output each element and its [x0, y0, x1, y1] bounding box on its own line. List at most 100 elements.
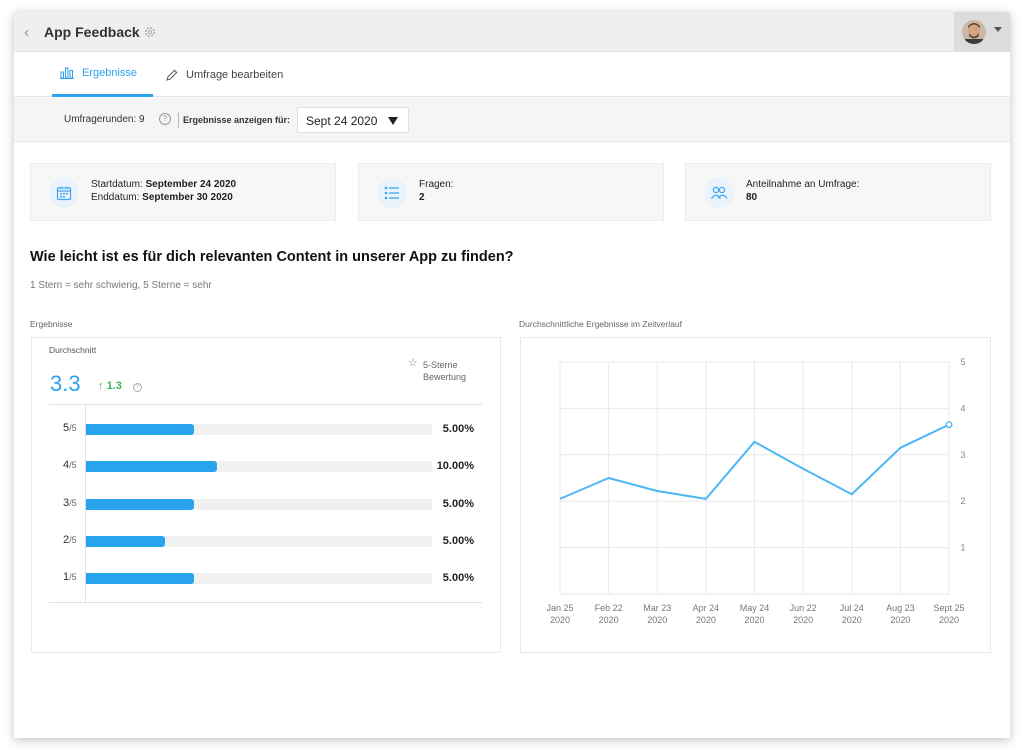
- rating-bar-fill: [86, 499, 194, 510]
- x-tick-label: Jan 25: [546, 603, 573, 613]
- users-icon: [704, 178, 734, 208]
- chevron-left-icon[interactable]: ‹: [24, 24, 29, 42]
- rating-bar-track: [86, 461, 432, 472]
- x-tick-label: May 24: [740, 603, 770, 613]
- tab-bar: Ergebnisse Umfrage bearbeiten: [14, 52, 1010, 97]
- x-tick-label: Apr 24: [693, 603, 720, 613]
- question-title: Wie leicht ist es für dich relevanten Co…: [30, 249, 514, 265]
- participation-card: Anteilnahme an Umfrage: 80: [685, 163, 991, 221]
- average-label: Durchschnitt: [49, 345, 97, 355]
- x-tick-label-year: 2020: [842, 615, 862, 625]
- tab-edit-label: Umfrage bearbeiten: [186, 68, 284, 81]
- y-tick-label: 5: [960, 357, 965, 367]
- x-tick-label: Mar 23: [643, 603, 671, 613]
- tab-results-label: Ergebnisse: [82, 67, 138, 79]
- results-panel: Durchschnitt 3.3 ↑ 1.3 ? ☆ 5-Sterne Bewe…: [31, 337, 501, 653]
- tab-results[interactable]: Ergebnisse: [52, 52, 153, 97]
- bar-chart-icon: [60, 67, 74, 79]
- top-bar: ‹ App Feedback: [14, 12, 1010, 52]
- rating-bar-fill: [86, 424, 194, 435]
- participation-value: 80: [746, 192, 758, 203]
- participation-text: Anteilnahme an Umfrage: 80: [746, 178, 859, 204]
- x-tick-label-year: 2020: [890, 615, 910, 625]
- x-tick-label: Jun 22: [790, 603, 817, 613]
- date-range-text: Startdatum: September 24 2020 Enddatum: …: [91, 178, 236, 204]
- divider: [49, 404, 482, 405]
- line-chart: 1 2 3 4 5 Jan 25 2020 Feb 22 2020 Mar 23 2020 Apr 2…: [546, 357, 965, 625]
- rating-denominator: /5: [69, 423, 77, 433]
- rating-bar-percent: 10.00%: [436, 460, 474, 472]
- x-tick-label: Sept 25: [933, 603, 964, 613]
- x-tick-label-year: 2020: [939, 615, 959, 625]
- rating-bar-percent: 5.00%: [442, 535, 474, 547]
- results-section-label: Ergebnisse: [30, 319, 73, 329]
- rating-denominator: /5: [69, 535, 77, 545]
- rating-bar-label: 2/5: [63, 534, 77, 546]
- delta-value: 1.3: [106, 380, 122, 392]
- start-value: September 24 2020: [145, 179, 237, 190]
- questions-text: Fragen: 2: [419, 178, 453, 204]
- rating-bar-row: 1/5 5.00%: [49, 571, 482, 585]
- rating-bar-percent: 5.00%: [442, 572, 474, 584]
- rating-bar-label: 4/5: [63, 459, 77, 471]
- filter-bar: Umfragerunden: 9 ? Ergebnisse anzeigen f…: [14, 98, 1010, 142]
- y-tick-label: 1: [960, 543, 965, 553]
- date-select-value: Sept 24 2020: [306, 114, 378, 128]
- rating-denominator: /5: [69, 572, 77, 582]
- rating-bar-percent: 5.00%: [442, 498, 474, 510]
- chart-title: Durchschnittliche Ergebnisse im Zeitverl…: [519, 319, 682, 329]
- data-point: [945, 421, 953, 429]
- x-tick-label-year: 2020: [647, 615, 667, 625]
- question-scale-hint: 1 Stern = sehr schwierig, 5 Sterne = seh…: [30, 280, 212, 291]
- rating-bar-row: 2/5 5.00%: [49, 534, 482, 548]
- questions-label: Fragen:: [419, 179, 454, 190]
- rating-bar-fill: [86, 573, 194, 584]
- x-tick-label-year: 2020: [550, 615, 570, 625]
- x-tick-label-year: 2020: [744, 615, 764, 625]
- rating-bar-track: [86, 499, 432, 510]
- caret-down-icon: [388, 117, 398, 125]
- y-tick-label: 4: [960, 403, 965, 413]
- divider: [178, 112, 179, 128]
- rating-bar-fill: [86, 536, 165, 547]
- end-label: Enddatum:: [91, 192, 140, 203]
- app-window: ‹ App Feedback Ergebnisse Umfrage bearbe…: [14, 12, 1010, 738]
- list-icon: [377, 178, 407, 208]
- pencil-icon: [166, 69, 178, 81]
- avatar[interactable]: [962, 20, 986, 44]
- page-title: App Feedback: [44, 24, 140, 40]
- caret-down-icon[interactable]: [994, 27, 1002, 32]
- gear-icon[interactable]: [144, 25, 156, 43]
- survey-rounds-count: Umfragerunden: 9: [64, 114, 145, 125]
- rating-denominator: /5: [69, 460, 77, 470]
- rating-bar-percent: 5.00%: [442, 423, 474, 435]
- start-label: Startdatum:: [91, 179, 143, 190]
- rating-bar-row: 5/5 5.00%: [49, 422, 482, 436]
- x-tick-label: Feb 22: [595, 603, 623, 613]
- x-tick-label-year: 2020: [599, 615, 619, 625]
- rating-bar-fill: [86, 461, 217, 472]
- tab-edit-survey[interactable]: Umfrage bearbeiten: [166, 52, 283, 97]
- date-select[interactable]: Sept 24 2020: [297, 107, 409, 133]
- average-value: 3.3: [50, 371, 81, 396]
- rating-label-line2: Bewertung: [423, 372, 467, 382]
- rating-bar-track: [86, 573, 432, 584]
- rating-bar-row: 4/5 10.00%: [49, 459, 482, 473]
- participation-label: Anteilnahme an Umfrage:: [746, 179, 860, 190]
- rating-bar-track: [86, 536, 432, 547]
- rating-bar-row: 3/5 5.00%: [49, 497, 482, 511]
- rating-label-line1: 5-Sterne: [423, 360, 458, 370]
- x-tick-label-year: 2020: [793, 615, 813, 625]
- arrow-up-icon: ↑: [98, 380, 104, 392]
- rating-denominator: /5: [69, 498, 77, 508]
- help-icon[interactable]: ?: [133, 383, 142, 392]
- help-icon[interactable]: ?: [159, 113, 171, 125]
- trend-chart-panel: 1 2 3 4 5 Jan 25 2020 Feb 22 2020 Mar 23 2020 Apr 2…: [520, 337, 991, 653]
- user-menu[interactable]: [954, 12, 1010, 52]
- show-results-for-label: Ergebnisse anzeigen für:: [183, 115, 291, 125]
- x-tick-label: Aug 23: [886, 603, 915, 613]
- questions-card: Fragen: 2: [358, 163, 664, 221]
- average-delta: ↑ 1.3: [98, 380, 122, 392]
- rating-bar-label: 5/5: [63, 422, 77, 434]
- rating-bar-track: [86, 424, 432, 435]
